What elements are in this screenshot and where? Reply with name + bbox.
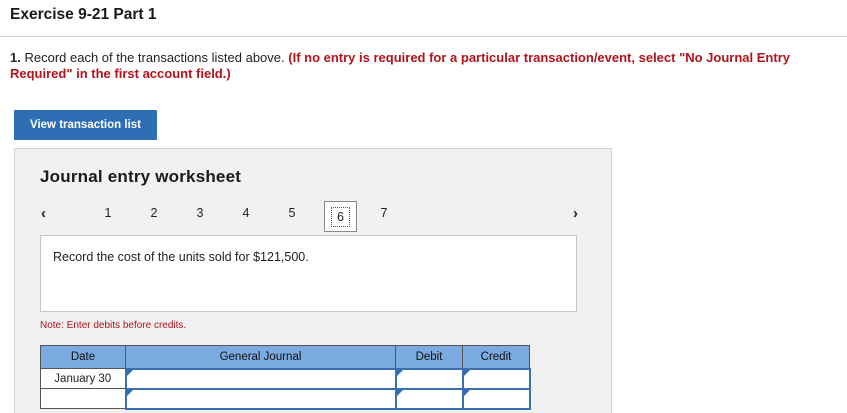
account-input[interactable]	[124, 387, 397, 410]
header-divider	[0, 36, 847, 37]
dropdown-marker-icon	[126, 389, 133, 396]
debit-header: Debit	[395, 345, 463, 369]
transaction-description: Record the cost of the units sold for $1…	[53, 250, 309, 264]
date-cell: January 30	[40, 368, 126, 389]
journal-entry-worksheet: Journal entry worksheet ‹ 1 2 3 4 5 6 7 …	[14, 148, 612, 413]
exercise-title: Exercise 9-21 Part 1	[10, 6, 157, 23]
page-1[interactable]: 1	[98, 206, 118, 220]
table-row: January 30	[40, 367, 531, 390]
credit-input[interactable]	[461, 367, 531, 390]
prev-page-icon[interactable]: ‹	[41, 205, 46, 222]
journal-header-row: Date General Journal Debit Credit	[40, 345, 530, 369]
next-page-icon[interactable]: ›	[573, 205, 578, 222]
page-4[interactable]: 4	[236, 206, 256, 220]
worksheet-pager: ‹ 1 2 3 4 5 6 7 ›	[39, 201, 599, 232]
page-6-current[interactable]: 6	[324, 201, 357, 232]
instruction-body: Record each of the transactions listed a…	[24, 50, 285, 65]
instruction-text: 1. Record each of the transactions liste…	[10, 50, 840, 82]
dropdown-marker-icon	[396, 389, 403, 396]
page-3[interactable]: 3	[190, 206, 210, 220]
general-journal-header: General Journal	[125, 345, 396, 369]
worksheet-title: Journal entry worksheet	[40, 167, 242, 186]
date-header: Date	[40, 345, 126, 369]
page-5[interactable]: 5	[282, 206, 302, 220]
date-cell	[40, 388, 126, 409]
account-input[interactable]	[124, 367, 397, 390]
instruction-number: 1.	[10, 50, 21, 65]
dropdown-marker-icon	[396, 369, 403, 376]
transaction-description-box: Record the cost of the units sold for $1…	[40, 235, 577, 312]
credit-input[interactable]	[461, 387, 531, 410]
debit-input[interactable]	[394, 367, 464, 390]
credit-header: Credit	[462, 345, 530, 369]
debit-input[interactable]	[394, 387, 464, 410]
dropdown-marker-icon	[126, 369, 133, 376]
journal-table: Date General Journal Debit Credit Januar…	[40, 345, 531, 410]
page-6-label: 6	[331, 206, 350, 227]
page-2[interactable]: 2	[144, 206, 164, 220]
view-transaction-list-button[interactable]: View transaction list	[14, 110, 157, 140]
debits-note: Note: Enter debits before credits.	[40, 320, 187, 331]
table-row	[40, 387, 531, 410]
dropdown-marker-icon	[463, 389, 470, 396]
page-7[interactable]: 7	[374, 206, 394, 220]
dropdown-marker-icon	[463, 369, 470, 376]
